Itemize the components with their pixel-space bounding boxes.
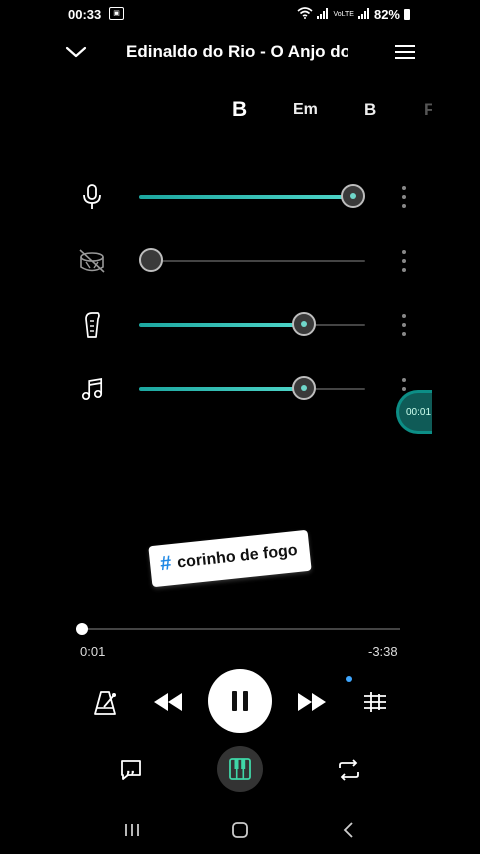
slider-thumb[interactable] — [291, 376, 316, 400]
svg-text:,,: ,, — [126, 762, 135, 776]
elapsed-time: 0:01 — [80, 644, 106, 659]
network-label: VoLTE — [333, 11, 354, 18]
chevron-down-icon — [65, 46, 87, 58]
guitar-more-button[interactable] — [399, 314, 409, 336]
collapse-button[interactable] — [62, 40, 90, 64]
menu-icon — [395, 45, 415, 59]
other-volume-slider[interactable] — [139, 376, 365, 400]
status-bar: 00:33 ▣ VoLTE 82% — [0, 0, 480, 30]
recents-icon — [125, 824, 139, 836]
song-title: Edinaldo do Rio - O Anjo do — [126, 42, 348, 61]
pause-button[interactable] — [208, 669, 272, 733]
status-time: 00:33 — [68, 7, 102, 22]
lyrics-quote-icon: ,, — [121, 760, 141, 780]
mixer-settings-button[interactable] — [360, 688, 390, 716]
slider-thumb[interactable] — [139, 248, 163, 272]
signal-icon — [317, 7, 329, 22]
loop-button[interactable] — [334, 755, 364, 785]
floating-timer-text: 00:01 — [406, 406, 432, 418]
hashtag-icon: # — [159, 552, 173, 576]
vocals-volume-slider[interactable] — [139, 184, 365, 208]
slider-thumb[interactable] — [341, 184, 365, 208]
slider-thumb[interactable] — [291, 312, 316, 336]
fast-forward-button[interactable] — [295, 688, 329, 716]
back-icon — [343, 822, 353, 838]
chord-next-3: F — [424, 100, 432, 119]
nav-back-button[interactable] — [334, 818, 362, 842]
vocals-track-button[interactable] — [78, 183, 106, 211]
notification-icon: ▣ — [109, 7, 124, 20]
floating-timer-bubble[interactable]: 00:01 — [396, 390, 432, 434]
drum-muted-icon — [79, 249, 105, 273]
battery-percent: 82% — [373, 7, 400, 22]
chord-next: Em — [293, 101, 318, 118]
sliders-icon — [364, 692, 386, 712]
guitar-volume-slider[interactable] — [139, 312, 365, 336]
hashtag-text: corinho de fogo — [176, 541, 299, 571]
fast-forward-icon — [298, 693, 326, 711]
microphone-icon — [83, 184, 101, 209]
other-track-button[interactable] — [78, 375, 106, 403]
wifi-icon — [297, 7, 313, 22]
music-note-icon — [81, 377, 103, 401]
nav-recents-button[interactable] — [118, 818, 146, 842]
chord-next-2: B — [364, 100, 377, 119]
lyrics-button[interactable]: ,, — [116, 755, 146, 785]
metronome-icon — [94, 691, 116, 715]
playback-progress-thumb[interactable] — [76, 623, 88, 635]
piano-keys-icon — [229, 758, 251, 780]
drums-track-button[interactable] — [78, 247, 106, 275]
guitar-track-button[interactable] — [78, 311, 106, 339]
drums-more-button[interactable] — [399, 250, 409, 272]
playback-progress-bar[interactable] — [82, 628, 400, 630]
rewind-icon — [154, 693, 182, 711]
guitar-icon — [85, 312, 100, 338]
loop-icon — [339, 759, 359, 781]
battery-icon — [404, 9, 410, 20]
vocals-more-button[interactable] — [399, 186, 409, 208]
notification-dot — [346, 676, 352, 682]
home-icon — [232, 822, 248, 838]
nav-home-button[interactable] — [226, 818, 254, 842]
drums-volume-slider[interactable] — [139, 248, 365, 272]
status-right: VoLTE 82% — [297, 7, 410, 22]
rewind-button[interactable] — [151, 688, 185, 716]
remaining-time: -3:38 — [368, 644, 398, 659]
signal-icon-2 — [357, 7, 370, 22]
menu-button[interactable] — [392, 40, 418, 64]
chords-mode-button[interactable] — [217, 746, 263, 792]
hashtag-sticker: # corinho de fogo — [148, 529, 312, 588]
metronome-button[interactable] — [90, 688, 120, 718]
chord-current: B — [232, 98, 248, 121]
